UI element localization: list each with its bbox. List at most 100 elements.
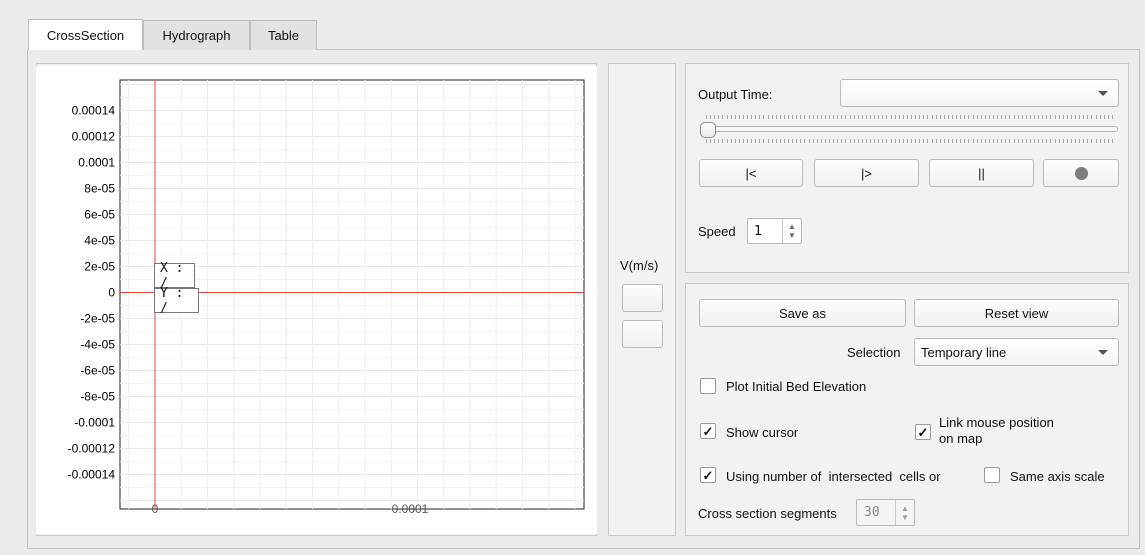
slider-tick	[865, 139, 867, 143]
segments-value: 30	[864, 505, 880, 520]
slider-tick	[742, 115, 744, 119]
slider-tick	[1083, 139, 1085, 143]
slider-tick	[984, 139, 986, 143]
reset-view-button[interactable]: Reset view	[914, 299, 1119, 327]
slider-tick	[935, 115, 937, 119]
slider-tick	[837, 115, 839, 119]
slider-tick	[976, 115, 978, 119]
slider-tick	[1099, 115, 1101, 119]
velocity-color-top[interactable]	[622, 284, 663, 312]
slider-tick	[824, 139, 826, 143]
slider-tick	[857, 139, 859, 143]
slider-tick	[1005, 139, 1007, 143]
slider-tick	[767, 115, 769, 119]
slider-tick	[939, 139, 941, 143]
slider-tick	[894, 115, 896, 119]
slider-tick	[898, 115, 900, 119]
slider-tick	[1058, 115, 1060, 119]
slider-tick	[1046, 139, 1048, 143]
slider-tick	[824, 115, 826, 119]
speed-spinbox[interactable]: 1 ▲ ▼	[747, 218, 802, 244]
velocity-color-bottom[interactable]	[622, 320, 663, 348]
slider-tick	[796, 115, 798, 119]
slider-tick	[980, 115, 982, 119]
slider-tick	[1025, 115, 1027, 119]
record-button[interactable]	[1043, 159, 1119, 187]
play-button[interactable]: |>	[814, 159, 919, 187]
slider-tick	[841, 115, 843, 119]
using-number-checkbox[interactable]: ✓	[700, 467, 716, 483]
slider-tick	[812, 139, 814, 143]
slider-tick	[812, 115, 814, 119]
slider-tick	[997, 139, 999, 143]
slider-tick	[1042, 115, 1044, 119]
pause-button[interactable]: ||	[929, 159, 1034, 187]
slider-tick	[1107, 115, 1109, 119]
same-axis-label: Same axis scale	[1010, 469, 1105, 484]
slider-tick	[804, 115, 806, 119]
tab-crosssection[interactable]: CrossSection	[28, 19, 143, 50]
y-tick-label: 0.00014	[72, 104, 116, 118]
slider-tick	[771, 139, 773, 143]
y-tick-label: -0.0001	[74, 416, 115, 430]
tab-hydrograph[interactable]: Hydrograph	[143, 20, 250, 50]
first-frame-label: |<	[745, 165, 757, 181]
selection-value: Temporary line	[921, 344, 1007, 360]
slider-tick	[952, 139, 953, 143]
output-time-select[interactable]	[840, 79, 1119, 107]
time-slider[interactable]	[700, 112, 1118, 150]
slider-tick	[861, 115, 863, 119]
playback-panel: Output Time: |< |> || Speed 1 ▲ ▼	[685, 63, 1129, 273]
plot-initial-bed-checkbox[interactable]	[700, 378, 716, 394]
slider-tick	[726, 139, 728, 143]
output-time-label: Output Time:	[698, 87, 773, 102]
slider-tick	[956, 139, 958, 143]
spin-arrows-icon[interactable]: ▲ ▼	[895, 500, 914, 525]
plot-area[interactable]: 0.00014 0.00012 0.0001 8e-05 6e-05 4e-05 2e-05…	[36, 66, 597, 534]
link-mouse-checkbox[interactable]: ✓	[915, 424, 931, 440]
x-tick-label: 0.0001	[392, 502, 429, 516]
slider-tick	[808, 139, 810, 143]
slider-tick	[927, 139, 929, 143]
y-tick-label: 0	[108, 286, 115, 300]
cross-section-plot[interactable]: 0.00014 0.00012 0.0001 8e-05 6e-05 4e-05 2e-05…	[36, 66, 597, 534]
chevron-down-icon	[1098, 350, 1108, 355]
same-axis-checkbox[interactable]	[984, 467, 1000, 483]
spin-arrows-icon[interactable]: ▲ ▼	[782, 219, 801, 243]
tab-table[interactable]: Table	[250, 20, 317, 50]
slider-tick	[1046, 115, 1048, 119]
show-cursor-checkbox[interactable]: ✓	[700, 423, 716, 439]
plot-initial-bed-label: Plot Initial Bed Elevation	[726, 379, 867, 394]
segments-spinbox[interactable]: 30 ▲ ▼	[856, 499, 915, 526]
selection-select[interactable]: Temporary line	[914, 338, 1119, 366]
slider-tick	[1029, 139, 1031, 143]
slider-handle[interactable]	[700, 122, 716, 138]
slider-tick	[738, 115, 740, 119]
slider-tick	[902, 115, 904, 119]
slider-tick	[1099, 139, 1101, 143]
slider-tick	[1005, 115, 1007, 119]
slider-tick	[763, 139, 765, 143]
slider-tick	[1013, 115, 1015, 119]
y-tick-label: -8e-05	[80, 390, 115, 404]
slider-tick	[775, 139, 777, 143]
slider-tick	[886, 115, 888, 119]
slider-tick	[923, 139, 925, 143]
slider-tick	[816, 115, 818, 119]
slider-tick	[800, 139, 802, 143]
slider-tick	[820, 139, 822, 143]
y-tick-label: 8e-05	[84, 182, 115, 196]
slider-tick	[845, 115, 847, 119]
slider-tick	[1017, 139, 1019, 143]
slider-tick	[865, 115, 867, 119]
slider-tick	[1079, 139, 1081, 143]
slider-tick	[849, 139, 851, 143]
slider-tick	[964, 115, 966, 119]
save-as-button[interactable]: Save as	[699, 299, 906, 327]
slider-tick	[1103, 139, 1105, 143]
slider-tick	[984, 115, 986, 119]
slider-tick	[763, 115, 765, 119]
slider-tick	[886, 139, 888, 143]
slider-tick	[906, 115, 908, 119]
first-frame-button[interactable]: |<	[699, 159, 803, 187]
